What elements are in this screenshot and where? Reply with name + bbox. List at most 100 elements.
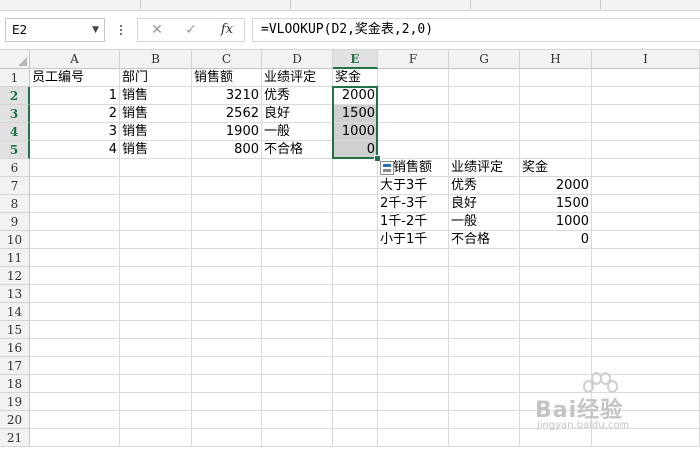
chevron-down-icon[interactable]: ▼ [92,19,99,41]
cell-f10[interactable]: 小于1千 [378,231,449,249]
cell-d14[interactable] [262,303,333,321]
cell-b8[interactable] [120,195,192,213]
cell-g5[interactable] [449,141,520,159]
cell-f8[interactable]: 2千-3千 [378,195,449,213]
cell-e15[interactable] [333,321,378,339]
cell-i9[interactable] [592,213,700,231]
cell-h18[interactable] [520,375,592,393]
cell-a8[interactable] [30,195,120,213]
cell-c5[interactable]: 800 [192,141,262,159]
cell-h11[interactable] [520,249,592,267]
row-header-2[interactable]: 2 [0,87,30,105]
cell-d13[interactable] [262,285,333,303]
cell-b4[interactable]: 销售 [120,123,192,141]
cell-a21[interactable] [30,429,120,447]
cell-e8[interactable] [333,195,378,213]
cell-b14[interactable] [120,303,192,321]
cell-i7[interactable] [592,177,700,195]
column-header-b[interactable]: B [120,50,192,69]
row-header-21[interactable]: 21 [0,429,30,447]
cell-b17[interactable] [120,357,192,375]
cell-e17[interactable] [333,357,378,375]
cell-g20[interactable] [449,411,520,429]
row-header-12[interactable]: 12 [0,267,30,285]
cell-e14[interactable] [333,303,378,321]
cell-c17[interactable] [192,357,262,375]
cell-a9[interactable] [30,213,120,231]
select-all-corner[interactable] [0,50,30,69]
cell-i12[interactable] [592,267,700,285]
cell-h8[interactable]: 1500 [520,195,592,213]
cell-a6[interactable] [30,159,120,177]
cell-e13[interactable] [333,285,378,303]
cell-a14[interactable] [30,303,120,321]
row-header-1[interactable]: 1 [0,69,30,87]
cell-b9[interactable] [120,213,192,231]
cell-e5[interactable]: 0 [333,141,378,159]
cell-f5[interactable] [378,141,449,159]
cancel-icon[interactable]: ✕ [142,19,172,41]
cell-d20[interactable] [262,411,333,429]
cell-c8[interactable] [192,195,262,213]
cell-g7[interactable]: 优秀 [449,177,520,195]
cell-b10[interactable] [120,231,192,249]
cell-g14[interactable] [449,303,520,321]
cell-d4[interactable]: 一般 [262,123,333,141]
cell-c21[interactable] [192,429,262,447]
cell-d3[interactable]: 良好 [262,105,333,123]
cell-a18[interactable] [30,375,120,393]
cell-b6[interactable] [120,159,192,177]
cell-c15[interactable] [192,321,262,339]
cell-g16[interactable] [449,339,520,357]
cell-d2[interactable]: 优秀 [262,87,333,105]
cell-a12[interactable] [30,267,120,285]
cell-e9[interactable] [333,213,378,231]
cell-c12[interactable] [192,267,262,285]
cell-i20[interactable] [592,411,700,429]
column-header-a[interactable]: A [30,50,120,69]
cell-e20[interactable] [333,411,378,429]
cell-a16[interactable] [30,339,120,357]
paste-options-icon[interactable] [380,161,394,175]
cell-i21[interactable] [592,429,700,447]
cell-b16[interactable] [120,339,192,357]
grip-icon[interactable] [119,23,123,37]
row-header-9[interactable]: 9 [0,213,30,231]
column-header-i[interactable]: I [592,50,700,69]
row-header-4[interactable]: 4 [0,123,30,141]
cell-d19[interactable] [262,393,333,411]
cell-g8[interactable]: 良好 [449,195,520,213]
cell-f21[interactable] [378,429,449,447]
cell-h21[interactable] [520,429,592,447]
cell-f17[interactable] [378,357,449,375]
cell-d8[interactable] [262,195,333,213]
cell-f2[interactable] [378,87,449,105]
cell-h6[interactable]: 奖金 [520,159,592,177]
cell-g3[interactable] [449,105,520,123]
cell-g12[interactable] [449,267,520,285]
cell-c2[interactable]: 3210 [192,87,262,105]
cell-f3[interactable] [378,105,449,123]
cell-b7[interactable] [120,177,192,195]
cell-d6[interactable] [262,159,333,177]
cell-i3[interactable] [592,105,700,123]
cell-g19[interactable] [449,393,520,411]
cell-i18[interactable] [592,375,700,393]
cell-c7[interactable] [192,177,262,195]
cell-b1[interactable]: 部门 [120,69,192,87]
cell-f9[interactable]: 1千-2千 [378,213,449,231]
column-header-e[interactable]: E [333,50,378,69]
row-header-15[interactable]: 15 [0,321,30,339]
row-header-6[interactable]: 6 [0,159,30,177]
cell-c4[interactable]: 1900 [192,123,262,141]
cell-b3[interactable]: 销售 [120,105,192,123]
cell-i15[interactable] [592,321,700,339]
cell-e10[interactable] [333,231,378,249]
cell-h2[interactable] [520,87,592,105]
cell-e7[interactable] [333,177,378,195]
cell-b12[interactable] [120,267,192,285]
cell-h14[interactable] [520,303,592,321]
cell-h5[interactable] [520,141,592,159]
cell-e3[interactable]: 1500 [333,105,378,123]
row-header-7[interactable]: 7 [0,177,30,195]
